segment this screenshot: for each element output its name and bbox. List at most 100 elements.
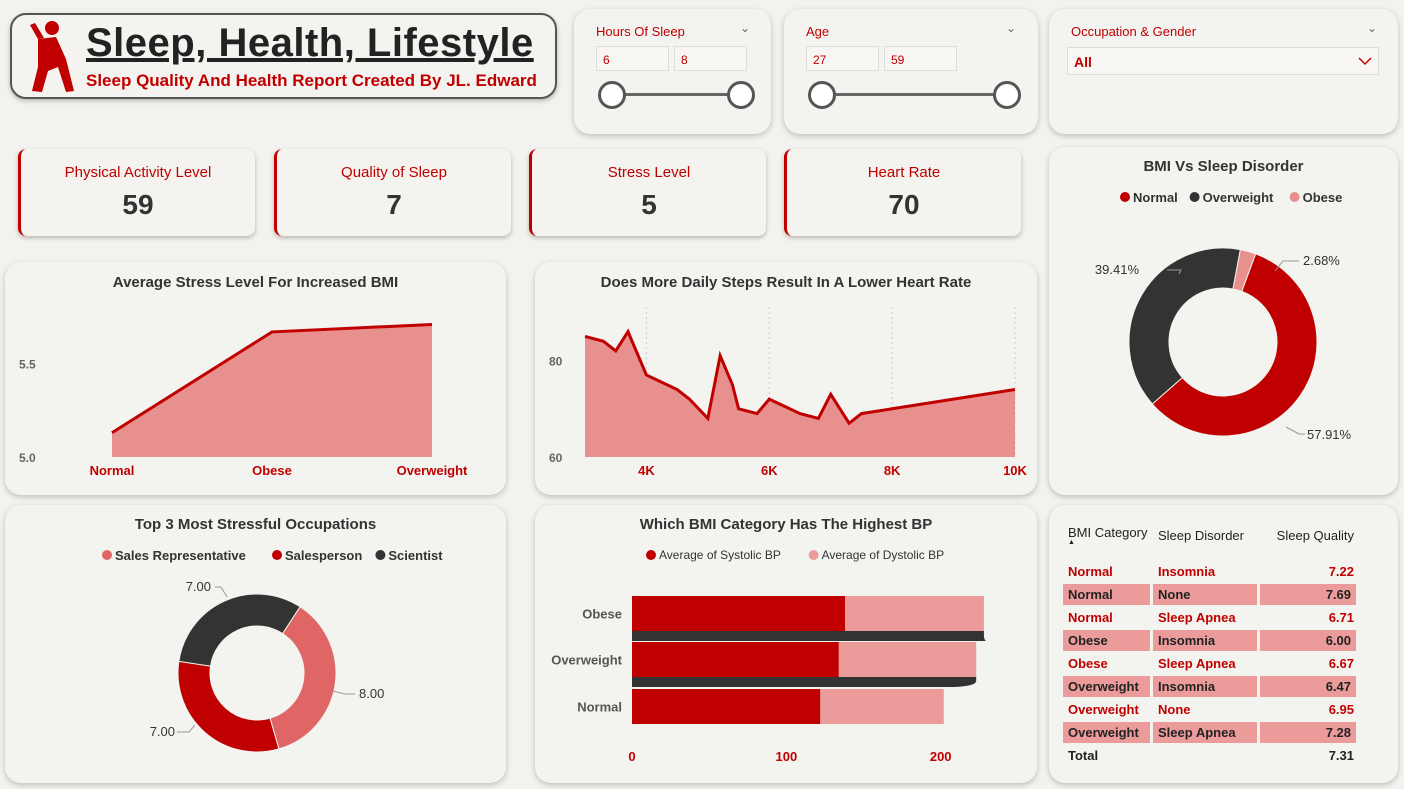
legend-item[interactable]: Obese (1303, 190, 1343, 205)
leader-line (332, 690, 355, 695)
sleep-quality-table: BMI Category ▲ Sleep Disorder Sleep Quali… (1063, 523, 1359, 768)
x-tick-label: 0 (628, 749, 635, 764)
bar-dystolic[interactable] (820, 689, 944, 724)
y-tick-label: Normal (577, 700, 622, 715)
kpi-stress-level: Stress Level 5 (529, 149, 766, 236)
x-tick-label: 4K (638, 463, 655, 478)
data-label: 7.00 (186, 579, 211, 594)
page-subtitle: Sleep Quality And Health Report Created … (86, 71, 537, 90)
y-tick-label: 5.0 (19, 451, 36, 465)
legend-item[interactable]: Overweight (1203, 190, 1274, 205)
hours-slider-max-handle[interactable] (727, 81, 755, 109)
page-title: Sleep, Health, Lifestyle (86, 21, 534, 65)
donut-slice[interactable] (177, 660, 280, 753)
bar-systolic[interactable] (632, 596, 845, 631)
hours-min-input[interactable]: 6 (596, 46, 669, 71)
bar-systolic[interactable] (632, 689, 821, 724)
data-label: 57.91% (1307, 427, 1352, 442)
age-slider-max-handle[interactable] (993, 81, 1021, 109)
kpi-value: 59 (122, 189, 154, 220)
bmi-disorder-chart: Normal Overweight Obese 57.91% 39.41% 2.68% (1095, 190, 1352, 442)
x-tick-label: Overweight (397, 463, 468, 478)
kpi-label: Heart Rate (867, 164, 941, 181)
legend-item[interactable]: Salesperson (285, 548, 362, 563)
column-header[interactable]: Sleep Disorder (1153, 525, 1260, 559)
x-tick-label: 6K (761, 463, 778, 478)
age-min-input[interactable]: 27 (806, 46, 879, 71)
table-row[interactable]: Normal None 7.69 (1063, 584, 1359, 605)
stress-bmi-chart-card: Average Stress Level For Increased BMI 5… (5, 262, 506, 495)
bar-dystolic[interactable] (845, 596, 984, 631)
kpi-label: Physical Activity Level (64, 164, 212, 181)
kpi-heart-rate: Heart Rate 70 (784, 149, 1021, 236)
legend-item[interactable]: Normal (1133, 190, 1178, 205)
table-row[interactable]: Normal Sleep Apnea 6.71 (1063, 607, 1359, 628)
kpi-value: 5 (641, 189, 657, 220)
leader-line (1285, 426, 1305, 435)
kpi-physical-activity: Physical Activity Level 59 (18, 149, 255, 236)
bar-systolic[interactable] (632, 642, 839, 677)
table-row[interactable]: Normal Insomnia 7.22 (1063, 561, 1359, 582)
age-max-input[interactable]: 59 (884, 46, 957, 71)
x-tick-label: Obese (252, 463, 292, 478)
table-row[interactable]: Overweight None 6.95 (1063, 699, 1359, 720)
x-tick-label: 10K (1003, 463, 1027, 478)
person-stretch-icon (30, 21, 74, 92)
table-row[interactable]: Overweight Insomnia 6.47 (1063, 676, 1359, 697)
x-tick-label: 200 (930, 749, 952, 764)
legend-marker (375, 550, 386, 560)
kpi-label: Quality of Sleep (341, 164, 447, 181)
chevron-down-icon[interactable]: ⌄ (1367, 21, 1377, 35)
occupation-dropdown[interactable]: All (1067, 47, 1379, 75)
occupation-chart: Sales Representative Salesperson Scientist… (102, 548, 443, 753)
y-tick-label: 5.5 (19, 358, 36, 372)
age-slicer-title: Age (806, 24, 830, 39)
legend-marker (646, 550, 656, 560)
table-total-row: Total 7.31 (1068, 748, 1354, 763)
column-header[interactable]: BMI Category ▲ (1063, 525, 1153, 559)
chevron-down-icon[interactable]: ⌄ (1006, 21, 1016, 35)
age-slider-min-handle[interactable] (808, 81, 836, 109)
legend-item[interactable]: Scientist (388, 548, 443, 563)
leader-line (215, 586, 228, 598)
legend-item[interactable]: Average of Systolic BP (659, 548, 781, 562)
sort-ascending-icon: ▲ (1068, 539, 1075, 546)
leader-line (177, 724, 196, 733)
hours-slider-min-handle[interactable] (598, 81, 626, 109)
x-tick-label: Normal (90, 463, 135, 478)
legend-item[interactable]: Sales Representative (115, 548, 246, 563)
legend-marker (102, 550, 112, 560)
age-slider-track[interactable] (822, 93, 1006, 96)
data-label: 7.00 (150, 724, 175, 739)
table-row[interactable]: Obese Sleep Apnea 6.67 (1063, 653, 1359, 674)
stress-bmi-chart: 5.5 5.0 Normal Obese Overweight (19, 322, 468, 478)
kpi-value: 7 (386, 189, 402, 220)
y-tick-label: Overweight (551, 653, 622, 668)
steps-heart-chart: 80 60 4K 6K 8K 10K (549, 307, 1028, 478)
table-row[interactable]: Overweight Sleep Apnea 7.28 (1063, 722, 1359, 743)
hours-slicer: Hours Of Sleep ⌄ 6 8 (574, 9, 771, 134)
kpi-label: Stress Level (607, 164, 691, 181)
legend-marker (1189, 192, 1200, 202)
occupation-dropdown-value: All (1074, 54, 1092, 70)
steps-heart-chart-card: Does More Daily Steps Result In A Lower … (535, 262, 1037, 495)
column-header[interactable]: Sleep Quality (1260, 525, 1359, 559)
occupation-slicer-title: Occupation & Gender (1071, 24, 1197, 39)
table-row[interactable]: Obese Insomnia 6.00 (1063, 630, 1359, 651)
hours-slider-track[interactable] (612, 93, 740, 96)
chevron-down-icon (1358, 57, 1372, 66)
occupation-slicer: Occupation & Gender ⌄ All (1049, 9, 1398, 134)
chevron-down-icon[interactable]: ⌄ (740, 21, 750, 35)
y-tick-label: Obese (582, 607, 622, 622)
area-fill (585, 331, 1015, 457)
data-label: 8.00 (359, 686, 384, 701)
legend-marker (1120, 192, 1130, 202)
bar-dystolic[interactable] (838, 642, 977, 677)
area-fill (112, 324, 432, 457)
legend-marker (1289, 192, 1300, 202)
donut-slice[interactable] (178, 593, 301, 667)
hours-max-input[interactable]: 8 (674, 46, 747, 71)
legend-item[interactable]: Average of Dystolic BP (822, 548, 945, 562)
legend-marker (808, 550, 819, 560)
kpi-value: 70 (888, 189, 920, 220)
